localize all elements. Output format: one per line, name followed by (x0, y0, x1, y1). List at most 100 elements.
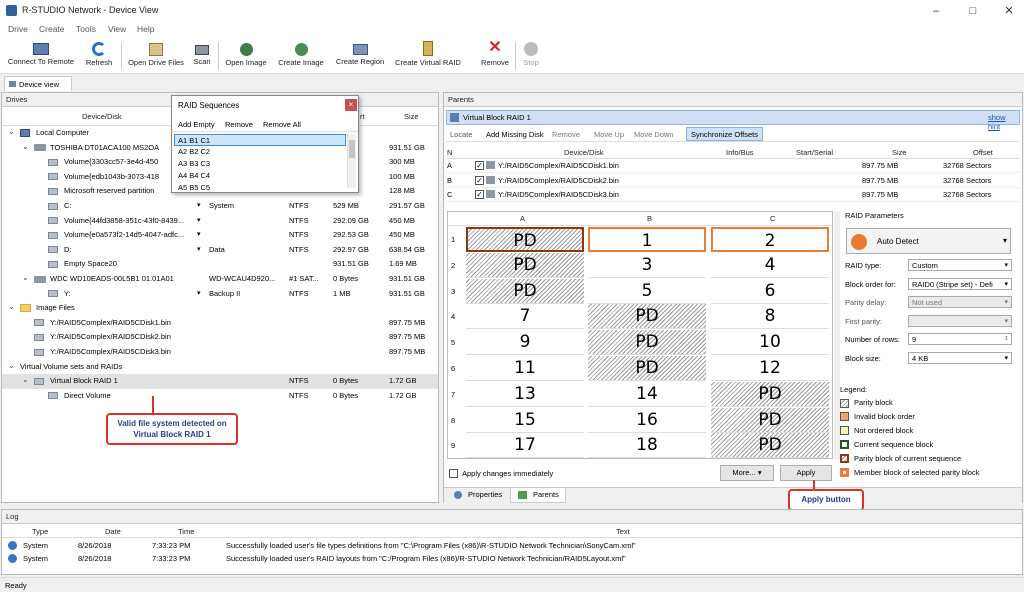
col-device-disk[interactable]: Device/Disk (564, 148, 604, 157)
tab-properties[interactable]: Properties (448, 488, 508, 502)
add-missing-disk-button[interactable]: Add Missing Disk (486, 130, 544, 139)
drive-row[interactable]: ⌄ Virtual Volume sets and RAIDs (2, 360, 438, 375)
data-block[interactable]: 17 (466, 433, 584, 459)
data-block[interactable]: 1 (588, 227, 706, 252)
data-block[interactable]: 15 (466, 408, 584, 433)
drive-row[interactable]: Y:/RAID5Complex/RAID5CDisk2.bin 897.75 MB (2, 330, 438, 345)
list-item[interactable]: A3 B3 C3 (174, 158, 346, 170)
scan-button[interactable]: Scan (190, 40, 214, 72)
remove-button[interactable]: ✕ Remove (478, 40, 512, 72)
tab-parents[interactable]: Parents (510, 488, 566, 503)
log-row[interactable]: System 8/26/2018 7:33:23 PM Successfully lo… (2, 539, 1024, 552)
data-block[interactable]: 14 (588, 382, 706, 407)
log-col-time[interactable]: Time (178, 527, 194, 536)
list-item[interactable]: A1 B1 C1 (174, 134, 346, 146)
disk-row[interactable]: C ✓ Y:/RAID5Complex/RAID5CDisk3.bin 897.75 … (446, 188, 1020, 202)
log-col-type[interactable]: Type (32, 527, 48, 536)
tab-device-view[interactable]: Device view (4, 76, 72, 91)
menu-create[interactable]: Create (39, 24, 65, 34)
chevron-down-icon[interactable]: ⌄ (8, 302, 15, 311)
drive-row[interactable]: Volume{e0a573f2-14d5-4047-adfc... ▾ NTFS 29… (2, 228, 438, 243)
parity-block[interactable]: PD (466, 252, 584, 278)
chevron-down-icon[interactable]: ▾ (197, 216, 201, 224)
col-info-bus[interactable]: Info/Bus (726, 148, 754, 157)
parity-block[interactable]: PD (711, 433, 829, 459)
data-block[interactable]: 12 (711, 356, 829, 381)
minimize-icon[interactable]: – (921, 3, 951, 19)
more-button[interactable]: More... ▾ (720, 465, 774, 481)
stop-button[interactable]: Stop (519, 40, 543, 72)
col-start[interactable]: rt (360, 112, 365, 121)
drive-row[interactable]: ⌄ Image Files (2, 301, 438, 316)
param-field[interactable]: 4 KB ▾ (908, 352, 1012, 364)
chevron-down-icon[interactable]: ▾ (1004, 280, 1008, 288)
parity-block[interactable]: PD (711, 407, 829, 433)
drive-row[interactable]: Y:/RAID5Complex/RAID5CDisk1.bin 897.75 MB (2, 316, 438, 331)
param-field[interactable]: Custom ▾ (908, 259, 1012, 271)
remove-disk-button[interactable]: Remove (552, 130, 580, 139)
apply-immediately-checkbox[interactable] (449, 469, 458, 478)
menu-view[interactable]: View (108, 24, 126, 34)
apply-button[interactable]: Apply (780, 465, 832, 481)
chevron-down-icon[interactable]: ▾ (1004, 261, 1008, 269)
spinner-icon[interactable]: ↕ (1005, 335, 1009, 342)
chevron-down-icon[interactable]: ▾ (197, 230, 201, 238)
data-block[interactable]: 8 (711, 304, 829, 330)
drive-row[interactable]: ⌄ WDC WD10EADS-00L5B1 01.01A01 WD-WCAU4D92… (2, 272, 438, 287)
disk-row[interactable]: A ✓ Y:/RAID5Complex/RAID5CDisk1.bin 897.75 … (446, 159, 1020, 173)
connect-remote-button[interactable]: Connect To Remote (4, 40, 78, 72)
create-region-button[interactable]: Create Region (332, 40, 388, 72)
disk-row[interactable]: B ✓ Y:/RAID5Complex/RAID5CDisk2.bin 897.75 … (446, 174, 1020, 188)
scrollbar-thumb[interactable] (349, 140, 355, 158)
chevron-down-icon[interactable]: ⌄ (22, 273, 29, 282)
disk-checkbox[interactable]: ✓ (475, 175, 484, 185)
create-virtual-raid-button[interactable]: Create Virtual RAID (392, 40, 464, 72)
drive-row[interactable]: Volume{44fd3858-351c-43f0-8439... ▾ NTFS 29… (2, 214, 438, 229)
remove-sequence-button[interactable]: Remove (225, 120, 253, 129)
col-start-serial[interactable]: Start/Serial (796, 148, 833, 157)
chevron-down-icon[interactable]: ▾ (197, 201, 201, 209)
data-block[interactable]: 13 (466, 382, 584, 407)
move-up-button[interactable]: Move Up (594, 130, 624, 139)
param-field[interactable]: Not used ▾ (908, 296, 1012, 309)
maximize-icon[interactable]: □ (958, 3, 988, 19)
data-block[interactable]: 6 (711, 279, 829, 304)
drive-row[interactable]: C: ▾ System NTFS 529 MB 291.57 GB (2, 199, 438, 214)
param-field[interactable]: RAID0 (Stripe set) - Defi ▾ (908, 277, 1012, 290)
menu-drive[interactable]: Drive (8, 24, 28, 34)
chevron-down-icon[interactable]: ▾ (197, 245, 201, 253)
disk-checkbox[interactable]: ✓ (475, 161, 484, 170)
data-block[interactable]: 10 (711, 330, 829, 356)
drive-row[interactable]: ⌄ Virtual Block RAID 1 NTFS 0 Bytes 1.72 GB (2, 374, 438, 389)
chevron-down-icon[interactable]: ▾ (1004, 317, 1008, 325)
create-image-button[interactable]: Create Image (274, 40, 328, 72)
data-block[interactable]: 2 (711, 227, 829, 252)
drive-row[interactable]: Empty Space20 931.51 GB 1.69 MB (2, 257, 438, 272)
data-block[interactable]: 18 (588, 433, 706, 459)
parity-block[interactable]: PD (588, 330, 706, 356)
col-n[interactable]: N (447, 148, 452, 157)
parity-block[interactable]: PD (588, 356, 706, 381)
log-col-date[interactable]: Date (105, 527, 121, 536)
data-block[interactable]: 9 (466, 330, 584, 356)
log-row[interactable]: System 8/26/2018 7:33:23 PM Successfully lo… (2, 552, 1024, 565)
open-image-button[interactable]: Open Image (222, 40, 270, 72)
open-drive-files-button[interactable]: Open Drive Files (125, 40, 187, 72)
col-size[interactable]: Size (404, 112, 419, 121)
drive-row[interactable]: Y: ▾ Backup II NTFS 1 MB 931.51 GB (2, 287, 438, 302)
param-field[interactable]: ▾ (908, 314, 1012, 327)
locate-button[interactable]: Locate (450, 130, 473, 139)
parity-block[interactable]: PD (466, 278, 584, 304)
synchronize-offsets-button[interactable]: Synchronize Offsets (686, 127, 763, 141)
chevron-down-icon[interactable]: ⌄ (8, 361, 15, 370)
move-down-button[interactable]: Move Down (634, 130, 674, 139)
chevron-down-icon[interactable]: ⌄ (8, 127, 15, 136)
close-icon[interactable]: × (345, 99, 357, 111)
chevron-down-icon[interactable]: ▾ (1004, 354, 1008, 362)
data-block[interactable]: 16 (588, 408, 706, 433)
auto-detect-button[interactable]: Auto Detect ▾ (846, 228, 1011, 254)
sequence-scrollbar[interactable] (347, 134, 356, 188)
menu-tools[interactable]: Tools (76, 24, 96, 34)
refresh-button[interactable]: Refresh (82, 40, 116, 72)
data-block[interactable]: 3 (588, 253, 706, 278)
